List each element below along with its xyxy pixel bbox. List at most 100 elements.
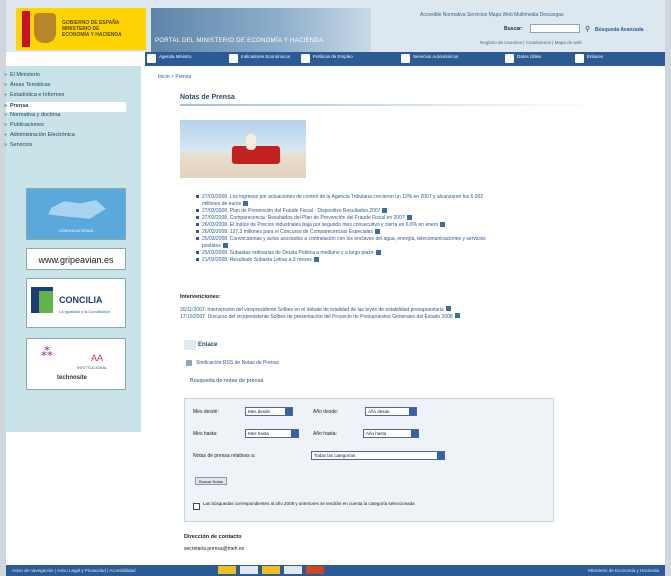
rss-link[interactable]: Sindicación RSS de Notas de Prensa [196,360,279,366]
page-title: Notas de Prensa [180,94,235,101]
search-icon[interactable]: ⚲ [585,25,590,33]
year-from-select[interactable]: Año desde [365,407,417,416]
xhtml-badge[interactable] [284,566,302,574]
contact-title: Dirección de contacto [184,534,242,540]
ad-gripe-aviar[interactable]: www.gripeavian.es [26,248,126,270]
pdf-icon [313,257,319,263]
aa-badge: AA [91,353,104,363]
news-item[interactable]: 25/03/2008. Subastas ordinarias de Deuda… [196,250,381,256]
ad-concilia[interactable]: CONCILIA La Igualdad y la Conciliación [26,278,126,328]
search-section-title: Búsqueda de notas de prensa [190,378,264,384]
ad4-title: technosite [57,375,88,381]
year-from-label: Año desde: [313,409,339,415]
sidebar-item-ministerio[interactable]: » El Ministerio [4,72,40,78]
intervention-link[interactable]: 20/11/2007. Intervención del vicepreside… [180,306,451,313]
pdf-icon [454,313,460,318]
ad4-subtitle: INSTITUCIONAL [77,365,108,370]
sidebar-item-areas[interactable]: » Áreas Temáticas [4,82,51,88]
chevron-down-icon [437,452,444,459]
pdf-icon [406,215,412,221]
pdf-icon [440,222,446,228]
footer-links[interactable]: Aviso de navegación | Aviso Legal y Priv… [12,568,136,573]
accessibility-logo-icon: ⁂ [41,345,53,359]
advanced-search-link[interactable]: Búsqueda Avanzada [595,27,644,33]
news-item[interactable]: 27/03/2008. Plan de Prevención del Fraud… [196,208,388,214]
aa-badge[interactable] [240,566,258,574]
news-item[interactable]: 27/03/2008. Los ingresos por actuaciones… [196,194,483,200]
css-badge[interactable] [262,566,280,574]
pdf-icon [374,229,380,235]
category-select[interactable]: Todas las categorías [311,451,445,460]
title-underline [180,104,600,106]
person-shape [246,134,256,150]
search-news-button[interactable]: Buscar Notas [195,477,227,485]
ad-technosite[interactable]: ⁂ AA INSTITUCIONAL technosite [26,338,126,390]
month-from-label: Mes desde: [193,409,219,415]
map-icon [48,200,106,219]
link-section-icon [184,340,196,350]
chevron-down-icon [285,408,292,415]
link-section-title: Enlace [198,342,218,348]
news-item[interactable]: 27/03/2008. Comparecencia: Resultados de… [196,215,412,221]
top-links[interactable]: Accesible Normativa Servicios Mapa Web M… [420,12,564,18]
sidebar-item-servicios[interactable]: » Servicios [4,142,32,148]
concilia-title: CONCILIA [59,295,103,305]
chevron-down-icon [409,408,416,415]
news-item[interactable]: 26/03/2008. 127,3 millones para el Concu… [196,229,380,235]
news-item-cont[interactable]: millones de euros [202,201,249,207]
pdf-icon [375,250,381,256]
link-icon [575,54,584,63]
ministry-logo[interactable]: GOBIERNO DE ESPAÑA MINISTERIO DE ECONOMÍ… [16,8,146,50]
pdf-icon [445,306,451,311]
building-icon [401,54,410,63]
month-to-label: Mes hasta: [193,431,218,437]
contact-email[interactable]: secretaria.prensa@meh.es [184,546,244,552]
chart-icon [229,54,238,63]
rss-icon [186,360,192,366]
news-item[interactable]: 25/03/2008. Convocatorias y actos asocia… [196,236,486,242]
year-to-select[interactable]: Año hasta [363,429,419,438]
news-item-cont[interactable]: postales [202,243,228,249]
pdf-icon [222,243,228,249]
sidebar-item-estadistica[interactable]: » Estadística e Informes [4,92,64,98]
sidebar-item-administracion[interactable]: » Administración Electrónica [4,132,75,138]
press-photo [180,120,306,178]
sidebar-item-normativa[interactable]: » Normativa y doctrina [4,112,60,118]
banner-title: PORTAL DEL MINISTERIO DE ECONOMÍA Y HACI… [155,38,324,44]
news-item[interactable]: 21/03/2008. Resultado Subasta Letras a 3… [196,257,319,263]
sidebar-item-publicaciones[interactable]: » Publicaciones [4,122,44,128]
pdf-icon [382,208,388,214]
sidebar-item-prensa[interactable]: » Prensa [4,103,28,109]
breadcrumb[interactable]: Inicio > Prensa [158,74,191,80]
concilia-subtitle: La Igualdad y la Conciliación [59,309,110,314]
agenda-icon [147,54,156,63]
category-label: Notas de prensa relativas a: [193,453,256,459]
interventions-title: Intervenciones: [180,294,221,300]
press-search-form: Mes desde: Mes desde Año desde: Año desd… [184,398,554,522]
info-icon [505,54,514,63]
flag-icon [22,11,30,47]
ad-convocatorias[interactable]: CONVOCATORIAS [26,188,126,240]
news-item[interactable]: 26/03/2008. El índice de Precios Industr… [196,222,446,228]
month-from-select[interactable]: Mes desde [245,407,293,416]
category-checkbox-label: Las búsquedas correspondientes al año 20… [203,501,415,506]
footer-right: Ministerio de Economía y Hacienda [588,568,659,573]
coat-of-arms-icon [34,13,56,43]
year-to-label: Año hasta: [313,431,337,437]
chevron-down-icon [411,430,418,437]
sofa-shape [232,146,280,164]
header-banner: PORTAL DEL MINISTERIO DE ECONOMÍA Y HACI… [151,8,371,52]
category-checkbox[interactable] [193,503,200,510]
flag-icon [301,54,310,63]
concilia-logo-accent [39,291,53,313]
w3c-badge[interactable] [218,566,236,574]
month-to-select[interactable]: Mes hasta [245,429,299,438]
rss-badge[interactable] [306,566,324,574]
chevron-down-icon [291,430,298,437]
top-nav: Agenda Ministro Indicadores Económicos P… [145,52,665,66]
search-input[interactable] [530,24,580,33]
search-label: Buscar: [504,26,523,32]
pdf-icon [243,201,249,207]
intervention-link[interactable]: 17/10/2007. Discurso del vicepresidente … [180,313,460,320]
secondary-links[interactable]: Registro de Usuarios | Contáctenos | Map… [480,40,582,45]
